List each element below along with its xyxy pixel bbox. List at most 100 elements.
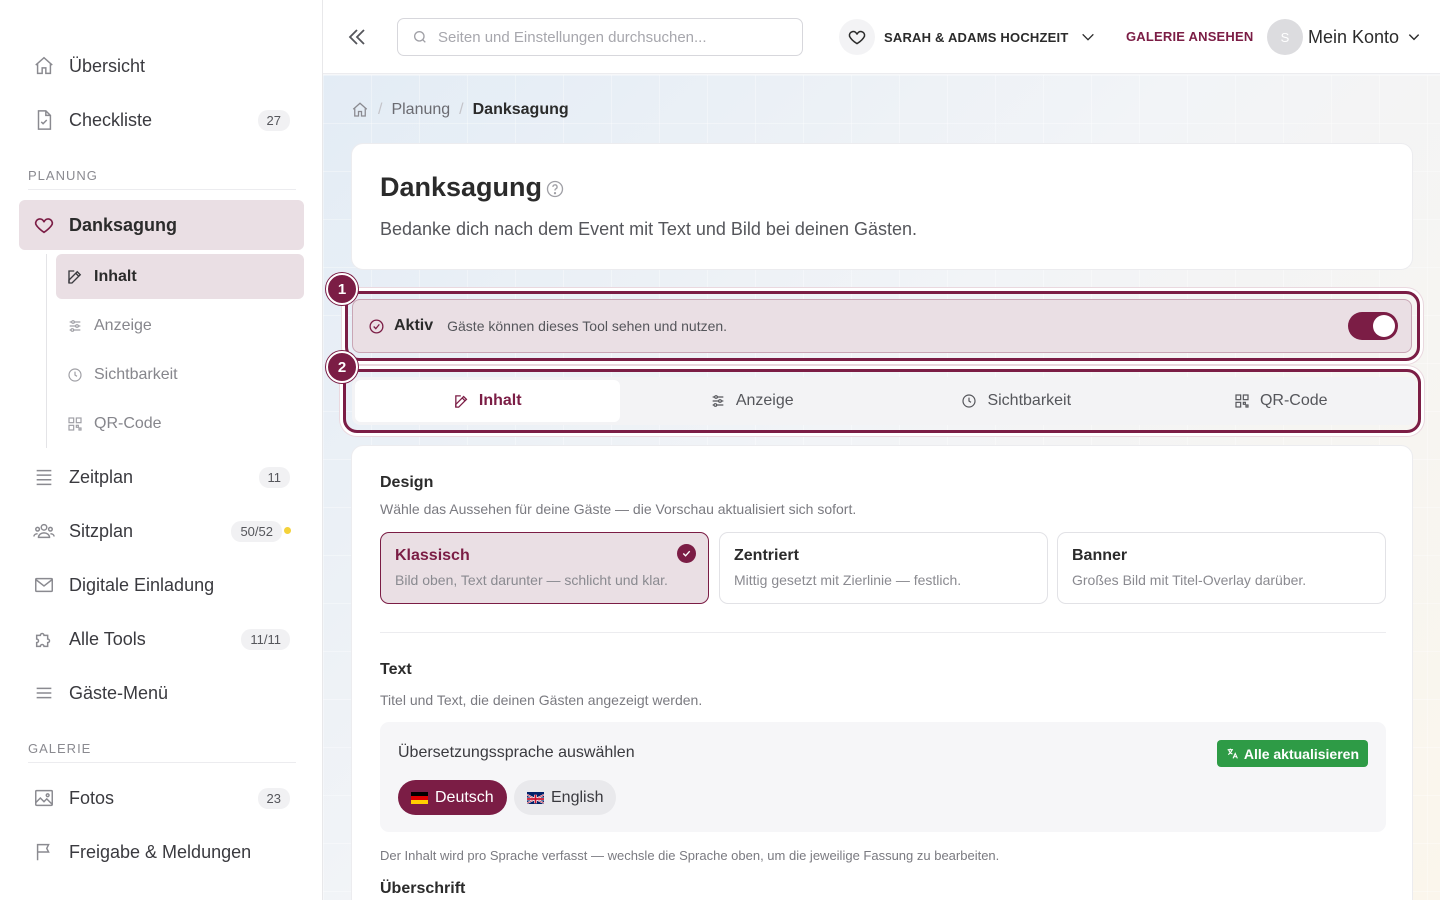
toggle-knob bbox=[1373, 315, 1395, 337]
sidebar-item-danksagung[interactable]: Danksagung bbox=[19, 200, 304, 250]
sidebar-item-uebersicht[interactable]: Übersicht bbox=[19, 41, 304, 91]
sliders-icon bbox=[710, 393, 727, 410]
sidebar-item-checkliste[interactable]: Checkliste 27 bbox=[19, 95, 304, 145]
design-option-klassisch[interactable]: Klassisch Bild oben, Text darunter — sch… bbox=[380, 532, 709, 604]
help-icon[interactable] bbox=[545, 179, 565, 199]
top-bar: SARAH & ADAMS HOCHZEIT GALERIE ANSEHEN S… bbox=[323, 0, 1440, 74]
count-badge: 27 bbox=[257, 109, 290, 131]
sidebar-subitem-label: Anzeige bbox=[94, 316, 152, 334]
option-title: Klassisch bbox=[395, 547, 470, 564]
account-menu[interactable]: S Mein Konto bbox=[1267, 18, 1421, 56]
tab-label: Inhalt bbox=[478, 392, 522, 409]
section-heading-planung: PLANUNG bbox=[28, 168, 296, 190]
tab-label: QR-Code bbox=[1259, 392, 1328, 409]
option-description: Mittig gesetzt mit Zierlinie — festlich. bbox=[734, 572, 962, 588]
home-icon[interactable] bbox=[351, 101, 369, 119]
design-option-banner[interactable]: Banner Großes Bild mit Titel-Overlay dar… bbox=[1057, 532, 1386, 604]
submenu-line bbox=[46, 254, 47, 448]
update-all-button[interactable]: Alle aktualisieren bbox=[1216, 740, 1368, 767]
design-heading: Design bbox=[380, 474, 434, 491]
puzzle-icon bbox=[33, 628, 55, 650]
german-flag-icon bbox=[411, 791, 428, 804]
sidebar: Übersicht Checkliste 27 PLANUNG Danksagu… bbox=[0, 0, 323, 900]
search-box[interactable] bbox=[397, 18, 803, 56]
sidebar-subitem-anzeige[interactable]: Anzeige bbox=[56, 303, 304, 348]
page-description: Bedanke dich nach dem Event mit Text und… bbox=[380, 219, 918, 239]
account-label: Mein Konto bbox=[1308, 26, 1400, 47]
language-note: Der Inhalt wird pro Sprache verfasst — w… bbox=[380, 848, 1000, 863]
sidebar-item-sitzplan[interactable]: Sitzplan 50/52 bbox=[19, 506, 304, 556]
chevron-down-icon bbox=[1080, 29, 1096, 45]
sidebar-item-label: Sitzplan bbox=[69, 520, 134, 541]
sidebar-item-fotos[interactable]: Fotos 23 bbox=[19, 773, 304, 823]
qr-code-icon bbox=[66, 415, 84, 433]
clock-icon bbox=[961, 393, 978, 410]
sidebar-item-freigabe-meldungen[interactable]: Freigabe & Meldungen bbox=[19, 827, 304, 877]
view-gallery-link[interactable]: GALERIE ANSEHEN bbox=[1126, 29, 1253, 44]
sliders-icon bbox=[66, 317, 84, 335]
image-icon bbox=[33, 787, 55, 809]
count-badge: 50/52 bbox=[231, 520, 282, 542]
language-pill-english[interactable]: English bbox=[514, 780, 617, 815]
design-option-zentriert[interactable]: Zentriert Mittig gesetzt mit Zierlinie —… bbox=[719, 532, 1048, 604]
sidebar-subitem-qr-code[interactable]: QR-Code bbox=[56, 401, 304, 446]
breadcrumb: / Planung / Danksagung bbox=[351, 101, 569, 119]
main-content: / Planung / Danksagung Danksagung Bedank… bbox=[323, 75, 1440, 900]
count-badge: 11/11 bbox=[241, 628, 290, 650]
sidebar-item-gaeste-menue[interactable]: Gäste-Menü bbox=[19, 668, 304, 718]
translate-icon bbox=[1226, 747, 1239, 760]
sidebar-subitem-sichtbarkeit[interactable]: Sichtbarkeit bbox=[56, 352, 304, 397]
tab-inhalt[interactable]: Inhalt bbox=[355, 380, 620, 422]
clock-icon bbox=[66, 366, 84, 384]
sidebar-subitem-label: Inhalt bbox=[94, 267, 137, 285]
sidebar-item-label: Danksagung bbox=[69, 214, 178, 235]
sidebar-item-zeitplan[interactable]: Zeitplan 11 bbox=[19, 452, 304, 502]
collapse-sidebar-icon[interactable] bbox=[345, 24, 369, 50]
avatar: S bbox=[1267, 19, 1303, 55]
page-title: Danksagung bbox=[380, 172, 543, 202]
section-divider bbox=[380, 632, 1386, 633]
text-heading: Text bbox=[380, 661, 412, 678]
sidebar-subitem-inhalt[interactable]: Inhalt bbox=[56, 254, 304, 299]
count-badge: 23 bbox=[257, 787, 290, 809]
home-icon bbox=[33, 55, 55, 77]
option-description: Bild oben, Text darunter — schlicht und … bbox=[395, 572, 668, 588]
language-label: English bbox=[551, 788, 604, 806]
check-circle-icon bbox=[368, 318, 385, 335]
breadcrumb-current: Danksagung bbox=[472, 101, 569, 118]
menu-icon bbox=[33, 682, 55, 704]
qr-code-icon bbox=[1234, 393, 1251, 410]
heart-icon bbox=[33, 214, 55, 236]
breadcrumb-planung[interactable]: Planung bbox=[391, 101, 450, 119]
language-pill-deutsch[interactable]: Deutsch bbox=[398, 780, 507, 815]
option-title: Banner bbox=[1072, 547, 1128, 564]
sidebar-item-label: Digitale Einladung bbox=[69, 574, 215, 595]
sidebar-item-label: Checkliste bbox=[69, 109, 153, 130]
tab-label: Anzeige bbox=[735, 392, 794, 409]
active-toggle[interactable] bbox=[1348, 312, 1398, 340]
tab-qr-code[interactable]: QR-Code bbox=[1149, 380, 1414, 422]
search-input[interactable] bbox=[438, 28, 778, 46]
sidebar-item-label: Übersicht bbox=[69, 55, 146, 76]
language-label: Deutsch bbox=[435, 788, 494, 806]
edit-icon bbox=[453, 393, 470, 410]
tab-sichtbarkeit[interactable]: Sichtbarkeit bbox=[884, 380, 1149, 422]
design-subtitle: Wähle das Aussehen für deine Gäste — die… bbox=[380, 501, 857, 517]
status-label: Aktiv bbox=[394, 317, 434, 334]
flag-icon bbox=[33, 841, 55, 863]
section-heading-galerie: GALERIE bbox=[28, 741, 296, 763]
option-title: Zentriert bbox=[734, 547, 799, 564]
tab-anzeige[interactable]: Anzeige bbox=[620, 380, 885, 422]
sidebar-item-alle-tools[interactable]: Alle Tools 11/11 bbox=[19, 614, 304, 664]
event-name: SARAH & ADAMS HOCHZEIT bbox=[884, 29, 1069, 45]
active-status-bar: Aktiv Gäste können dieses Tool sehen und… bbox=[352, 299, 1412, 353]
page-header-card: Danksagung Bedanke dich nach dem Event m… bbox=[351, 143, 1413, 270]
event-selector[interactable]: SARAH & ADAMS HOCHZEIT bbox=[839, 18, 1096, 56]
sidebar-subitem-label: Sichtbarkeit bbox=[94, 365, 178, 383]
count-badge: 11 bbox=[258, 466, 290, 488]
sidebar-item-label: Freigabe & Meldungen bbox=[69, 841, 252, 862]
content-card: Design Wähle das Aussehen für deine Gäst… bbox=[351, 445, 1413, 900]
list-icon bbox=[33, 466, 55, 488]
status-description: Gäste können dieses Tool sehen und nutze… bbox=[447, 318, 728, 334]
sidebar-item-digitale-einladung[interactable]: Digitale Einladung bbox=[19, 560, 304, 610]
